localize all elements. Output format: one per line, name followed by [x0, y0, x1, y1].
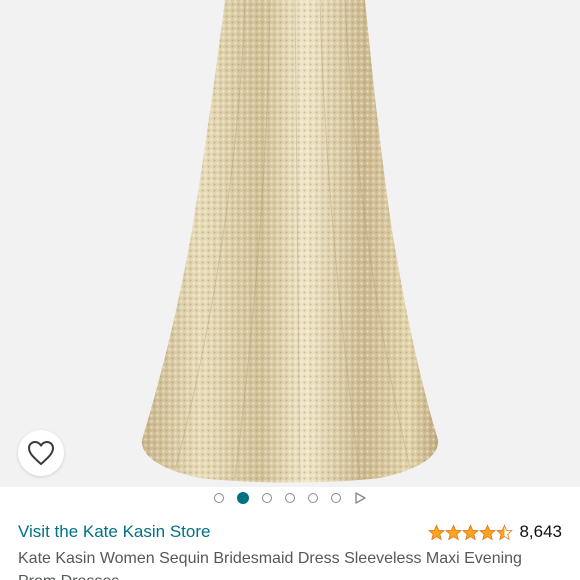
star-icon: [496, 523, 514, 540]
product-image[interactable]: [0, 0, 580, 487]
play-icon[interactable]: [354, 492, 366, 504]
product-info: Visit the Kate Kasin Store 8,643 Kate Ka…: [18, 518, 562, 580]
heart-outline-icon: [28, 441, 54, 465]
carousel-indicators: [0, 489, 580, 507]
rating[interactable]: 8,643: [428, 522, 562, 542]
carousel-dot[interactable]: [285, 493, 295, 503]
star-icon: [445, 523, 463, 540]
carousel-dot[interactable]: [331, 493, 341, 503]
star-icon: [479, 523, 497, 540]
rating-count[interactable]: 8,643: [519, 522, 562, 542]
carousel-dot[interactable]: [308, 493, 318, 503]
carousel-dot[interactable]: [214, 493, 224, 503]
product-title: Kate Kasin Women Sequin Bridesmaid Dress…: [18, 550, 522, 580]
carousel-dot[interactable]: [237, 492, 249, 504]
product-page: Visit the Kate Kasin Store 8,643 Kate Ka…: [0, 0, 580, 580]
star-icon: [462, 523, 480, 540]
star-icon: [428, 523, 446, 540]
product-image-carousel[interactable]: [0, 0, 580, 487]
wishlist-button[interactable]: [18, 430, 64, 476]
store-link[interactable]: Visit the Kate Kasin Store: [18, 522, 210, 542]
star-rating: [428, 523, 514, 541]
carousel-dot[interactable]: [262, 493, 272, 503]
